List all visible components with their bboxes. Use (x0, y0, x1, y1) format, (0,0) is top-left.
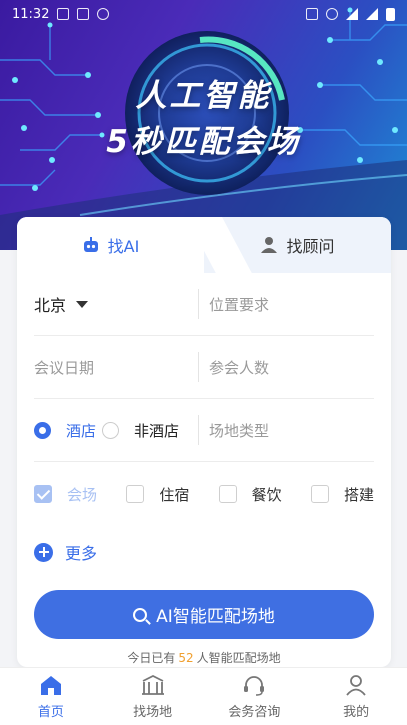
tab-bar: 找AI 找顾问 (17, 217, 391, 273)
tab-ai[interactable]: 找AI (17, 217, 204, 273)
tab-ai-label: 找AI (107, 237, 140, 256)
city-value: 北京 (34, 296, 67, 315)
wifi-icon (346, 8, 358, 20)
notification-icon (57, 8, 70, 20)
attendees-input[interactable]: 参会人数 (199, 357, 374, 378)
venue-type-input[interactable]: 场地类型 (199, 420, 374, 441)
hero-banner: 11:32 人工智能 5秒匹配会场 (0, 0, 407, 250)
nav-profile[interactable]: 我的 (305, 668, 407, 725)
nav-venues-label: 找场地 (133, 705, 173, 720)
checkbox-venue-label: 会场 (67, 485, 98, 504)
stat-prefix: 今日已有 (127, 651, 176, 665)
date-input[interactable]: 会议日期 (34, 352, 199, 382)
non-hotel-radio-label: 非酒店 (134, 421, 180, 440)
home-icon (40, 676, 61, 695)
briefcase-icon (306, 8, 318, 20)
hotel-radio[interactable] (34, 421, 51, 439)
headset-icon (244, 676, 265, 696)
search-card: 找AI 找顾问 北京 位置要求 会议日期 参会人数 酒店 非酒店 场地类型 会场… (17, 217, 391, 667)
nav-profile-label: 我的 (343, 705, 370, 720)
hero-title-line2: 5秒匹配会场 (106, 124, 301, 160)
more-label: 更多 (65, 544, 98, 563)
search-form: 北京 位置要求 会议日期 参会人数 酒店 非酒店 场地类型 会场 住宿 餐饮 搭… (17, 273, 391, 666)
checkbox-lodging[interactable]: 住宿 (126, 484, 218, 505)
stat-suffix: 人智能匹配场地 (196, 651, 281, 665)
nav-consult[interactable]: 会务咨询 (204, 668, 306, 725)
caret-down-icon (76, 300, 89, 308)
checkbox-venue[interactable]: 会场 (34, 484, 126, 505)
nav-home[interactable]: 首页 (0, 668, 102, 725)
checkbox-catering[interactable]: 餐饮 (218, 484, 311, 505)
nav-venues[interactable]: 找场地 (102, 668, 204, 725)
plus-icon (34, 542, 53, 562)
checkbox-catering-label: 餐饮 (251, 485, 282, 504)
nav-home-label: 首页 (37, 705, 64, 720)
hero-title-line1: 人工智能 (135, 78, 272, 114)
row-venue-type: 酒店 非酒店 场地类型 (34, 399, 374, 462)
location-icon (326, 8, 338, 20)
person-icon (261, 237, 278, 253)
checkbox-lodging-label: 住宿 (159, 485, 190, 504)
more-button[interactable]: 更多 (34, 526, 374, 578)
service-checkboxes: 会场 住宿 餐饮 搭建 (34, 462, 374, 526)
checkbox-setup-label: 搭建 (343, 485, 374, 504)
hotel-radio-label: 酒店 (66, 421, 97, 440)
non-hotel-radio[interactable] (102, 421, 120, 439)
status-time: 11:32 (12, 6, 50, 22)
building-icon (141, 674, 164, 695)
checkbox-venue-box[interactable] (34, 485, 52, 503)
checkbox-lodging-box[interactable] (126, 485, 145, 503)
search-icon (133, 607, 148, 622)
battery-icon (386, 7, 395, 21)
nav-consult-label: 会务咨询 (228, 705, 281, 720)
ai-match-button[interactable]: AI智能匹配场地 (34, 590, 374, 639)
city-select[interactable]: 北京 (34, 289, 199, 319)
checkbox-catering-box[interactable] (218, 485, 237, 503)
bottom-nav: 首页 找场地 会务咨询 我的 (0, 667, 407, 725)
tab-advisor[interactable]: 找顾问 (204, 217, 391, 273)
row-date-attendees: 会议日期 参会人数 (34, 336, 374, 399)
ai-match-label: AI智能匹配场地 (156, 607, 275, 627)
sync-icon (97, 8, 110, 20)
checkbox-setup[interactable]: 搭建 (310, 484, 374, 505)
checkbox-setup-box[interactable] (310, 485, 329, 503)
status-bar: 11:32 (0, 0, 407, 28)
app-notification-icon (77, 8, 90, 20)
signal-icon (366, 8, 378, 20)
stat-count: 52 (178, 651, 194, 665)
tab-advisor-label: 找顾问 (286, 237, 335, 256)
row-city-location: 北京 位置要求 (34, 273, 374, 336)
hotel-radio-group: 酒店 非酒店 (34, 415, 199, 445)
location-input[interactable]: 位置要求 (199, 294, 374, 315)
user-icon (346, 675, 366, 696)
match-stat: 今日已有 52 人智能匹配场地 (34, 649, 374, 666)
robot-icon (83, 237, 98, 252)
